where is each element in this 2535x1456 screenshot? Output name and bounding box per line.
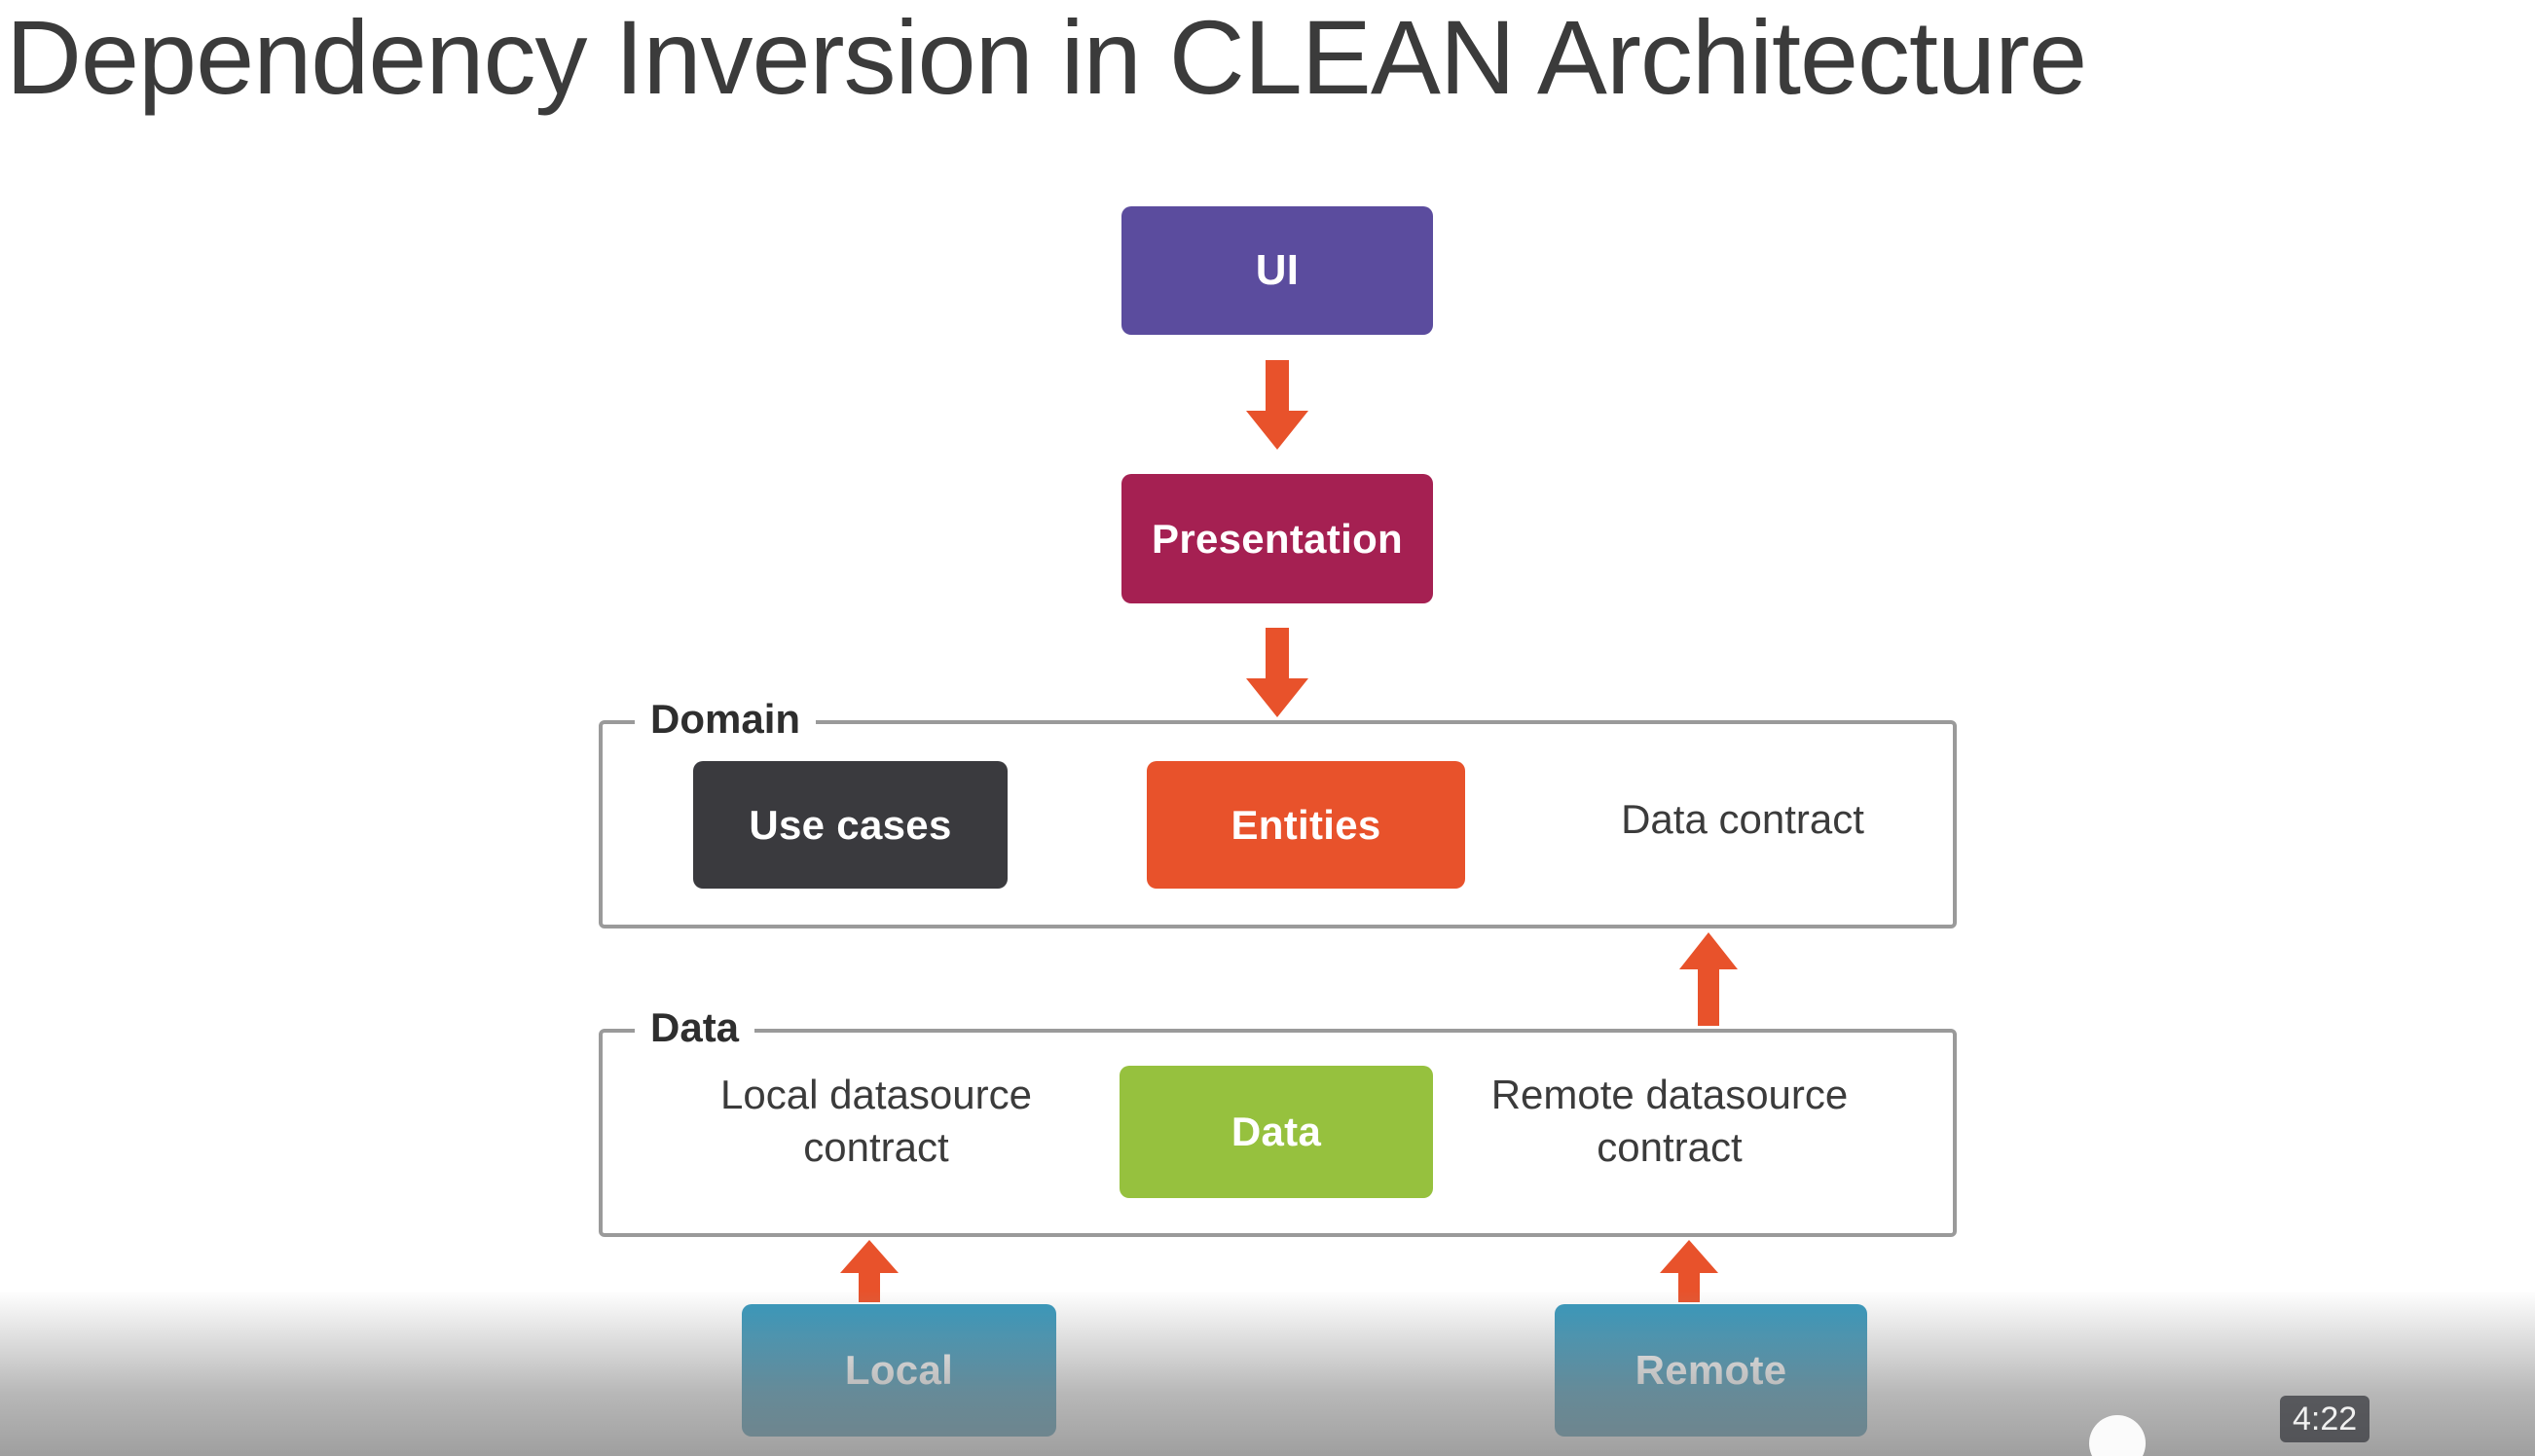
video-control-overlay [0,1291,2535,1456]
node-ui-label: UI [1255,246,1300,294]
arrow-down-ui-to-presentation-icon [1242,360,1312,450]
node-use-cases: Use cases [693,761,1008,889]
page-title: Dependency Inversion in CLEAN Architectu… [6,0,2087,116]
node-presentation-label: Presentation [1152,515,1403,562]
slide-canvas: Dependency Inversion in CLEAN Architectu… [0,0,2535,1456]
node-ui: UI [1121,206,1433,335]
node-local-label: Local [844,1347,954,1393]
video-time-badge: 4:22 [2280,1396,2370,1442]
node-local: Local [742,1304,1056,1437]
node-remote: Remote [1555,1304,1867,1437]
node-presentation: Presentation [1121,474,1433,603]
node-data-label: Data [1231,1109,1322,1154]
node-remote-label: Remote [1635,1347,1787,1393]
label-local-datasource-contract: Local datasource contract [720,1072,1032,1170]
group-data-legend: Data [635,1007,755,1048]
arrow-down-presentation-to-domain-icon [1242,628,1312,717]
arrow-up-remote-to-data-icon [1657,1240,1721,1302]
node-use-cases-label: Use cases [749,801,952,848]
arrow-up-local-to-data-icon [837,1240,901,1302]
label-remote-datasource-contract: Remote datasource contract [1490,1072,1849,1170]
node-data: Data [1120,1066,1433,1198]
group-domain-legend: Domain [635,699,817,740]
arrow-up-data-to-domain-icon [1676,932,1741,1026]
video-progress-handle[interactable] [2089,1415,2146,1456]
node-entities-label: Entities [1231,801,1381,848]
label-data-contract: Data contract [1621,796,1864,842]
node-entities: Entities [1147,761,1465,889]
